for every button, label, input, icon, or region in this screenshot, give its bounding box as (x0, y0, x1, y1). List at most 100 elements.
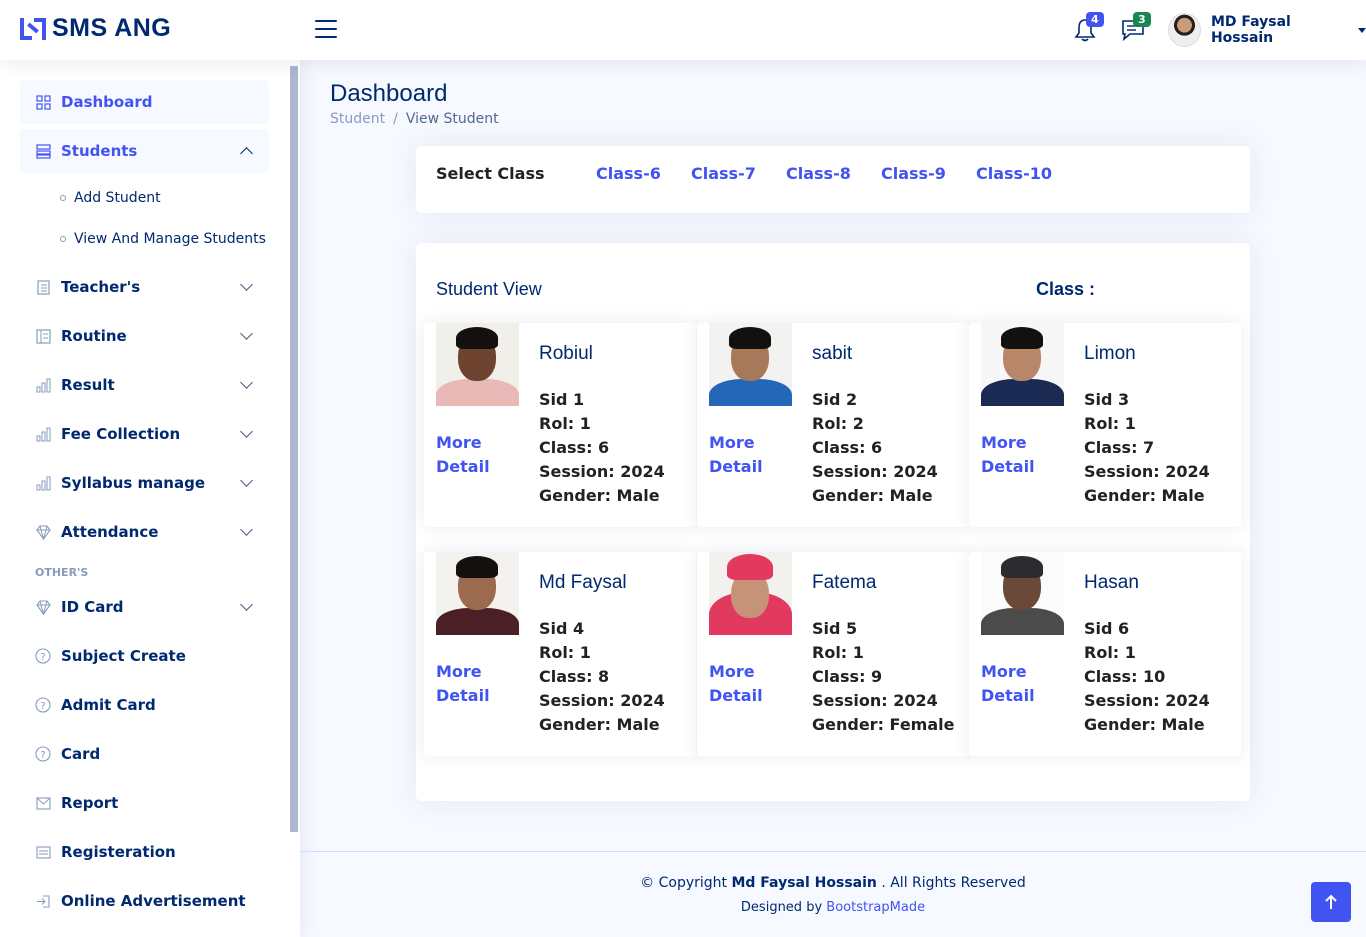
sidebar-item-online-advertisement[interactable]: Online Advertisement (20, 879, 269, 923)
arrow-up-icon (1325, 894, 1337, 909)
student-photo (981, 323, 1064, 406)
bootstrapmade-link[interactable]: BootstrapMade (826, 900, 925, 915)
sidebar-item-label: Result (61, 376, 115, 394)
sidebar-subitem-add-student[interactable]: Add Student (60, 190, 161, 206)
student-roll: Rol: 1 (812, 643, 864, 662)
student-roll: Rol: 1 (1084, 643, 1136, 662)
avatar (1168, 13, 1201, 47)
student-card: More Detail sabit Sid 2 Rol: 2 Class: 6 … (697, 323, 969, 527)
student-sid: Sid 2 (812, 390, 858, 409)
student-photo (981, 552, 1064, 635)
sidebar-item-syllabus[interactable]: Syllabus manage (20, 461, 269, 505)
sidebar-item-routine[interactable]: Routine (20, 314, 269, 358)
student-session: Session: 2024 (812, 462, 938, 481)
class-6-link[interactable]: Class-6 (596, 164, 661, 183)
sidebar-toggle-button[interactable] (315, 20, 337, 38)
question-circle-icon: ? (35, 648, 51, 664)
student-sid: Sid 3 (1084, 390, 1130, 409)
notifications-button[interactable]: 4 (1074, 12, 1104, 42)
sidebar-item-label: Teacher's (61, 278, 141, 296)
more-detail-link[interactable]: More Detail (436, 660, 496, 708)
student-name: Robiul (539, 343, 593, 364)
more-detail-link[interactable]: More Detail (981, 660, 1041, 708)
sidebar-item-attendance[interactable]: Attendance (20, 510, 269, 554)
copyright-prefix: © Copyright (640, 875, 728, 891)
sidebar-item-dashboard[interactable]: Dashboard (20, 80, 269, 124)
more-detail-link[interactable]: More Detail (709, 431, 769, 479)
sidebar-item-teachers[interactable]: Teacher's (20, 265, 269, 309)
page-title: Dashboard (330, 80, 448, 107)
sidebar-scrollbar[interactable] (290, 66, 298, 832)
class-10-link[interactable]: Class-10 (976, 164, 1052, 183)
student-gender: Gender: Male (539, 715, 660, 734)
sidebar-item-label: Fee Collection (61, 425, 181, 443)
sidebar-item-result[interactable]: Result (20, 363, 269, 407)
logo[interactable]: SMS ANG (20, 14, 171, 43)
more-detail-link[interactable]: More Detail (981, 431, 1041, 479)
sidebar-item-label: Routine (61, 327, 127, 345)
sidebar-item-card[interactable]: ? Card (20, 732, 269, 776)
profile-dropdown[interactable]: MD Faysal Hossain (1168, 13, 1366, 47)
student-info: Sid 2 Rol: 2 Class: 6 Session: 2024 Gend… (812, 388, 938, 508)
student-name: Fatema (812, 572, 877, 593)
class-7-link[interactable]: Class-7 (691, 164, 756, 183)
student-roll: Rol: 2 (812, 414, 864, 433)
student-photo (709, 552, 792, 635)
student-class: Class: 7 (1084, 438, 1155, 457)
sidebar-item-subject-create[interactable]: ? Subject Create (20, 634, 269, 678)
more-detail-link[interactable]: More Detail (709, 660, 769, 708)
notifications-badge: 4 (1086, 12, 1104, 27)
breadcrumb-link-student[interactable]: Student (330, 111, 385, 127)
question-circle-icon: ? (35, 697, 51, 713)
sidebar-item-fee-collection[interactable]: Fee Collection (20, 412, 269, 456)
sidebar-item-label: Report (61, 794, 119, 812)
sidebar-item-label: Attendance (61, 523, 159, 541)
student-photo (436, 552, 519, 635)
student-gender: Gender: Male (1084, 715, 1205, 734)
sidebar-item-admit-card[interactable]: ? Admit Card (20, 683, 269, 727)
chevron-up-icon (240, 147, 253, 160)
back-to-top-button[interactable] (1311, 882, 1351, 922)
bar-chart-icon (35, 475, 51, 491)
copyright-suffix: . All Rights Reserved (881, 875, 1026, 891)
logo-icon (20, 16, 46, 42)
sidebar-item-report[interactable]: Report (20, 781, 269, 825)
student-gender: Gender: Male (539, 486, 660, 505)
student-card: More Detail Md Faysal Sid 4 Rol: 1 Class… (424, 552, 696, 756)
circle-icon (60, 195, 66, 201)
designed-prefix: Designed by (740, 900, 823, 915)
sidebar-item-id-card[interactable]: ID Card (20, 585, 269, 629)
sidebar-item-label: Registeration (61, 843, 176, 861)
class-9-link[interactable]: Class-9 (881, 164, 946, 183)
svg-text:?: ? (40, 750, 45, 761)
sidebar: Dashboard Students Add Student View And … (0, 60, 300, 937)
sidebar-subitem-manage-students[interactable]: View And Manage Students (60, 231, 266, 247)
student-session: Session: 2024 (1084, 462, 1210, 481)
sidebar-item-students[interactable]: Students (20, 129, 269, 173)
class-selector-card: Select Class Class-6 Class-7 Class-8 Cla… (416, 146, 1250, 213)
student-card: More Detail Hasan Sid 6 Rol: 1 Class: 10… (969, 552, 1241, 756)
student-class: Class: 6 (539, 438, 610, 457)
svg-text:?: ? (40, 701, 45, 712)
more-detail-link[interactable]: More Detail (436, 431, 496, 479)
sidebar-item-registration[interactable]: Registeration (20, 830, 269, 874)
sidebar-item-label: ID Card (61, 598, 124, 616)
student-class: Class: 10 (1084, 667, 1166, 686)
sidebar-item-label: Syllabus manage (61, 474, 206, 492)
sidebar-item-label: Online Advertisement (61, 892, 246, 910)
messages-button[interactable]: 3 (1121, 12, 1151, 42)
svg-text:?: ? (40, 652, 45, 663)
breadcrumb-current: View Student (405, 111, 499, 127)
student-sid: Sid 5 (812, 619, 858, 638)
chevron-down-icon (240, 598, 253, 611)
journal-icon (35, 279, 51, 295)
student-view-title: Student View (436, 279, 542, 299)
sidebar-section-heading: OTHER'S (35, 566, 89, 579)
student-info: Sid 6 Rol: 1 Class: 10 Session: 2024 Gen… (1084, 617, 1210, 737)
student-photo (436, 323, 519, 406)
student-info: Sid 1 Rol: 1 Class: 6 Session: 2024 Gend… (539, 388, 665, 508)
class-8-link[interactable]: Class-8 (786, 164, 851, 183)
logo-text: SMS ANG (52, 14, 172, 42)
student-gender: Gender: Female (812, 715, 955, 734)
envelope-icon (35, 795, 51, 811)
